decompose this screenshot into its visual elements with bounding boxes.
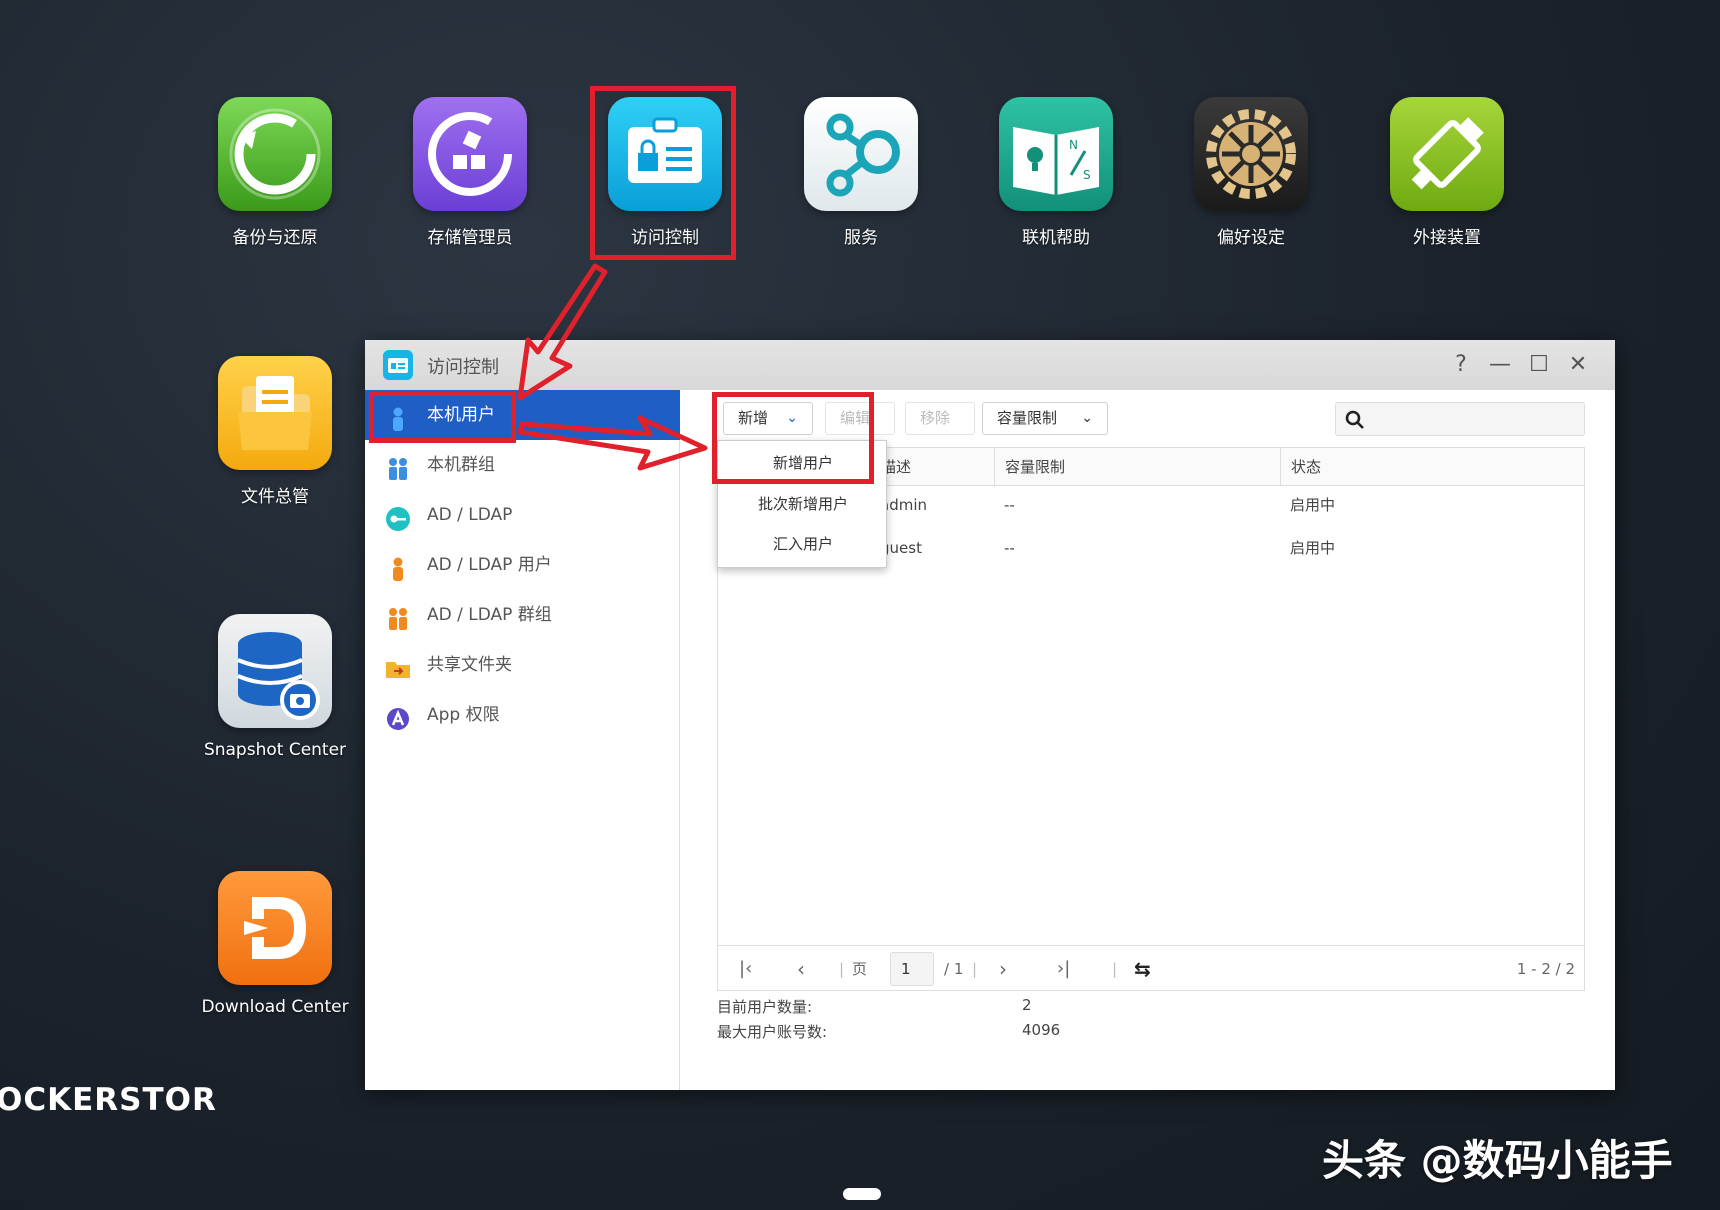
annotation-arrow-down <box>517 263 608 401</box>
annotation-arrow-right <box>517 415 708 471</box>
annotation-arrows <box>517 263 708 471</box>
